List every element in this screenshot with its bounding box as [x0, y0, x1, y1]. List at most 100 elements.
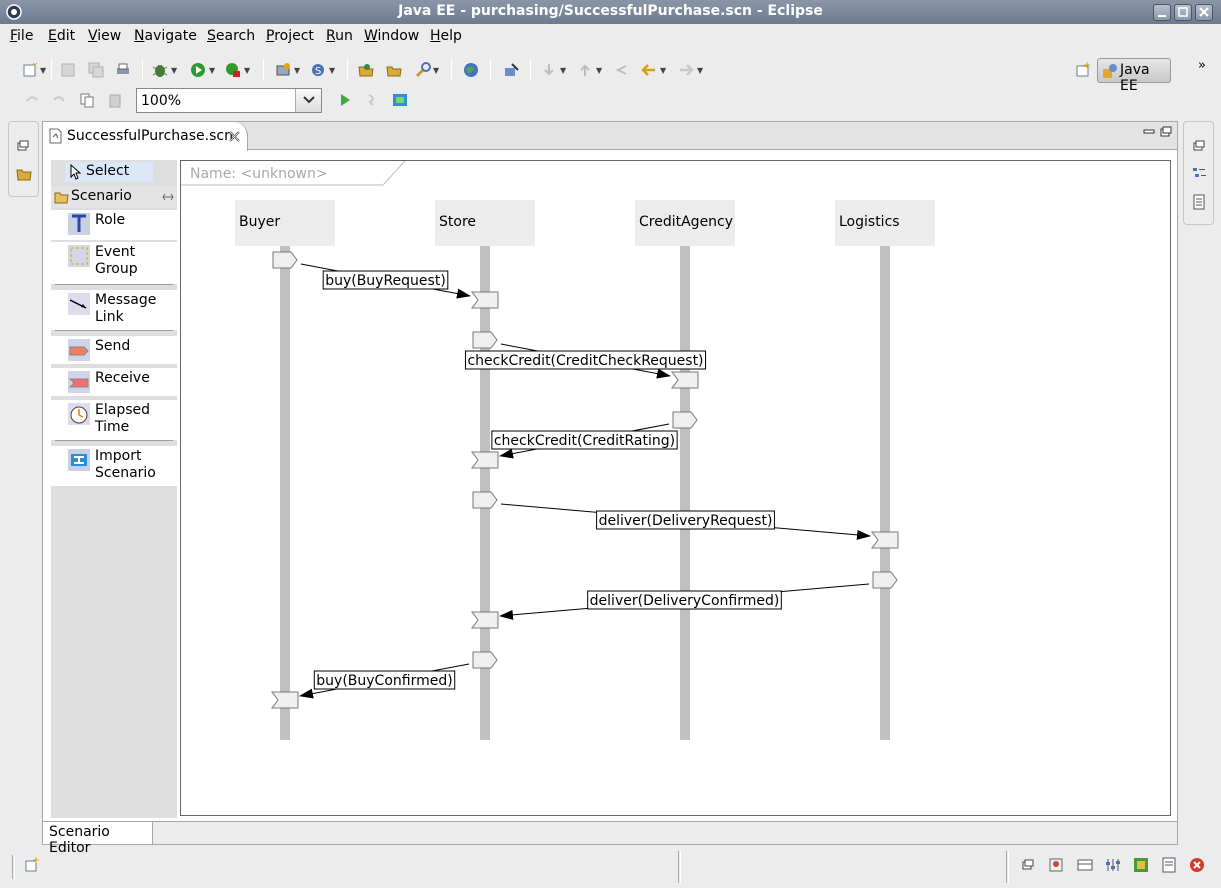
zoom-input[interactable] [139, 91, 294, 110]
java-ee-perspective-button[interactable]: Java EE [1097, 58, 1171, 94]
menu-view[interactable]: View [88, 28, 121, 44]
data-source-icon[interactable] [1105, 857, 1121, 873]
receive-event[interactable] [471, 611, 499, 629]
new-web-service-icon[interactable]: S [310, 62, 326, 78]
restore-icon[interactable] [1193, 140, 1205, 152]
fast-view-icon[interactable] [24, 857, 40, 873]
minimize-editor-icon[interactable] [1143, 127, 1155, 137]
save-icon[interactable] [60, 62, 76, 78]
copy-icon[interactable] [79, 92, 95, 108]
open-perspective-icon[interactable] [1075, 62, 1091, 78]
menu-search[interactable]: Search [207, 28, 255, 44]
next-annotation-icon[interactable] [541, 62, 557, 78]
forward-icon[interactable] [678, 62, 694, 78]
maximize-window-button[interactable] [1174, 4, 1192, 21]
globe-icon[interactable] [463, 62, 479, 78]
run-dropdown-icon[interactable]: ▼ [209, 66, 215, 75]
editor-tab-successful-purchase[interactable]: SuccessfulPurchase.scn [43, 122, 248, 151]
open-type-icon[interactable] [358, 62, 374, 78]
palette-item-receive[interactable]: Receive [51, 368, 177, 396]
search-icon[interactable] [415, 62, 431, 78]
message-label-group[interactable]: buy(BuyRequest) [322, 270, 449, 290]
send-event[interactable] [272, 251, 298, 269]
palette-drawer-scenario[interactable]: Scenario [51, 186, 177, 208]
new-server-dropdown-icon[interactable]: ▼ [294, 66, 300, 75]
menu-navigate[interactable]: Navigate [134, 28, 197, 44]
new-server-icon[interactable] [275, 62, 291, 78]
previous-annotation-dropdown-icon[interactable]: ▼ [596, 66, 602, 75]
undo-icon[interactable] [24, 92, 40, 108]
scenario-name[interactable]: Name: <unknown> [190, 166, 328, 182]
print-icon[interactable] [115, 62, 131, 78]
send-event[interactable] [872, 571, 898, 589]
maximize-editor-icon[interactable] [1160, 126, 1172, 138]
outline-icon[interactable] [1191, 166, 1207, 182]
zoom-combo[interactable] [136, 88, 322, 113]
zoom-dropdown-button[interactable] [295, 89, 321, 112]
palette-item-message-link[interactable]: Message Link [51, 290, 177, 330]
servers-view-icon[interactable] [1048, 857, 1064, 873]
menu-window[interactable]: Window [364, 28, 419, 44]
palette-item-import-scenario[interactable]: Import Scenario [51, 446, 177, 486]
menu-edit[interactable]: Edit [48, 28, 75, 44]
new-dropdown-icon[interactable]: ▼ [40, 66, 46, 75]
restore-icon[interactable] [17, 140, 29, 152]
external-tools-icon[interactable] [225, 62, 241, 78]
run-scenario-icon[interactable] [337, 92, 353, 108]
palette-item-event-group[interactable]: Event Group [51, 242, 177, 284]
last-edit-location-icon[interactable] [614, 62, 630, 78]
restore-icon[interactable] [1022, 859, 1034, 871]
menu-file[interactable]: File [10, 28, 33, 44]
search-dropdown-icon[interactable]: ▼ [433, 66, 439, 75]
menu-help[interactable]: Help [430, 28, 462, 44]
close-window-button[interactable] [1195, 4, 1213, 21]
pin-drawer-icon[interactable] [162, 192, 174, 202]
forward-dropdown-icon[interactable]: ▼ [697, 66, 703, 75]
java-ee-tool-icon[interactable] [503, 62, 519, 78]
simulate-icon[interactable] [392, 92, 408, 108]
properties-view-icon[interactable] [1077, 857, 1093, 873]
task-list-icon[interactable] [1191, 194, 1207, 210]
open-task-icon[interactable] [386, 62, 402, 78]
menu-run[interactable]: Run [326, 28, 353, 44]
send-event[interactable] [672, 411, 698, 429]
message-label-group[interactable]: deliver(DeliveryRequest) [596, 510, 775, 530]
debug-dropdown-icon[interactable]: ▼ [171, 66, 177, 75]
message-label-group[interactable]: buy(BuyConfirmed) [313, 670, 456, 690]
back-dropdown-icon[interactable]: ▼ [660, 66, 666, 75]
menu-project[interactable]: Project [266, 28, 314, 44]
palette-item-role[interactable]: Role [51, 210, 177, 240]
snippets-view-icon[interactable] [1133, 857, 1149, 873]
back-icon[interactable] [641, 62, 657, 78]
package-explorer-icon[interactable] [16, 166, 32, 182]
receive-event[interactable] [471, 451, 499, 469]
external-tools-dropdown-icon[interactable]: ▼ [244, 66, 250, 75]
message-label-group[interactable]: checkCredit(CreditCheckRequest) [464, 350, 707, 370]
scenario-editor-page-tab[interactable]: Scenario Editor [43, 822, 153, 856]
new-web-service-dropdown-icon[interactable]: ▼ [329, 66, 335, 75]
minimize-window-button[interactable] [1153, 4, 1171, 21]
previous-annotation-icon[interactable] [577, 62, 593, 78]
save-all-icon[interactable] [88, 62, 104, 78]
new-icon[interactable] [22, 62, 38, 78]
paste-icon[interactable] [107, 92, 123, 108]
send-event[interactable] [472, 491, 498, 509]
palette-item-send[interactable]: Send [51, 336, 177, 364]
send-event[interactable] [472, 331, 498, 349]
debug-icon[interactable] [152, 62, 168, 78]
send-event[interactable] [472, 651, 498, 669]
palette-item-elapsed-time[interactable]: Elapsed Time [51, 400, 177, 440]
more-perspectives-icon[interactable]: » [1198, 58, 1206, 73]
close-tab-icon[interactable] [229, 131, 240, 142]
palette-select-tool[interactable]: Select [65, 162, 153, 182]
receive-event[interactable] [271, 691, 299, 709]
run-icon[interactable] [190, 62, 206, 78]
diagram-canvas[interactable]: Name: <unknown> Buyer Store CreditAgency Log… [180, 160, 1171, 816]
receive-event[interactable] [471, 291, 499, 309]
message-label-group[interactable]: deliver(DeliveryConfirmed) [587, 590, 782, 610]
next-annotation-dropdown-icon[interactable]: ▼ [560, 66, 566, 75]
problems-view-icon[interactable] [1189, 857, 1205, 873]
step-scenario-icon[interactable] [364, 92, 380, 108]
receive-event[interactable] [671, 371, 699, 389]
receive-event[interactable] [871, 531, 899, 549]
